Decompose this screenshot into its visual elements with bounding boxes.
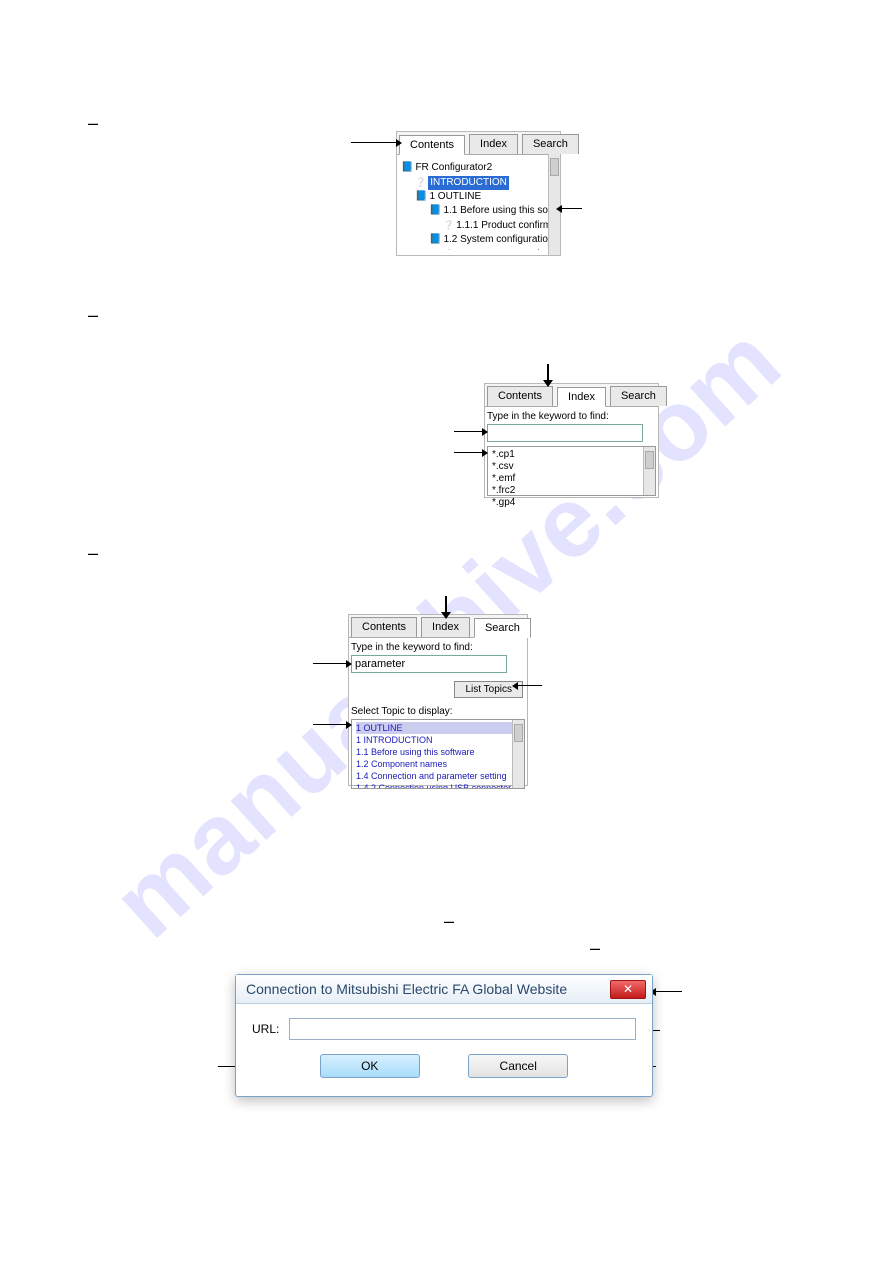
callout-arrow-icon	[454, 431, 482, 432]
page-icon	[415, 175, 428, 190]
scrollbar-thumb[interactable]	[514, 724, 523, 742]
callout-arrow-icon	[313, 724, 346, 725]
select-topic-label: Select Topic to display:	[351, 706, 525, 717]
index-item[interactable]: *.csv	[492, 461, 651, 473]
tab-contents[interactable]: Contents	[351, 617, 417, 637]
tree-1-1[interactable]: 1.1 Before using this softwa	[443, 204, 560, 218]
decorative-dash: –	[88, 113, 98, 134]
callout-arrow-icon	[351, 142, 396, 143]
callout-arrow-icon	[547, 364, 549, 380]
scrollbar-thumb[interactable]	[550, 158, 559, 176]
tab-contents[interactable]: Contents	[487, 386, 553, 406]
page-icon	[443, 218, 456, 233]
tab-search[interactable]: Search	[474, 618, 531, 638]
index-keyword-input[interactable]	[487, 424, 643, 442]
tree-root[interactable]: FR Configurator2	[415, 161, 492, 175]
help-tabs: Contents Index Search	[485, 384, 658, 407]
book-icon	[429, 204, 443, 218]
connection-dialog: Connection to Mitsubishi Electric FA Glo…	[235, 974, 653, 1097]
index-item[interactable]: *.emf	[492, 473, 651, 485]
tab-search[interactable]: Search	[522, 134, 579, 154]
tab-search[interactable]: Search	[610, 386, 667, 406]
book-icon	[415, 190, 429, 204]
search-result-item[interactable]: 1.2 Component names	[356, 758, 520, 770]
callout-arrow-icon	[454, 452, 482, 453]
tree-intro[interactable]: INTRODUCTION	[428, 176, 509, 190]
callout-arrow-icon	[518, 685, 542, 686]
index-label: Type in the keyword to find:	[487, 411, 656, 422]
search-result-item[interactable]: 1 OUTLINE	[356, 722, 520, 734]
callout-arrow-icon	[656, 991, 682, 992]
help-panel-search: Contents Index Search Type in the keywor…	[348, 614, 528, 786]
scrollbar[interactable]	[643, 447, 655, 495]
search-result-item[interactable]: 1 INTRODUCTION	[356, 734, 520, 746]
decorative-dash: –	[444, 911, 454, 932]
ok-button[interactable]: OK	[320, 1054, 420, 1078]
cancel-button[interactable]: Cancel	[468, 1054, 568, 1078]
tree-1-2-1[interactable]: 1.2.1 System requiremen	[456, 248, 560, 251]
decorative-dash: –	[88, 305, 98, 326]
tree-1-1-1[interactable]: 1.1.1 Product confirmat	[456, 219, 559, 233]
tree-outline[interactable]: 1 OUTLINE	[429, 190, 481, 204]
callout-arrow-icon	[445, 596, 447, 612]
book-icon	[401, 161, 415, 175]
decorative-dash: –	[88, 543, 98, 564]
page-icon	[443, 247, 456, 250]
callout-arrow-icon	[313, 663, 346, 664]
tab-index[interactable]: Index	[469, 134, 518, 154]
help-tabs: Contents Index Search	[349, 615, 527, 638]
search-result-item[interactable]: 1.1 Before using this software	[356, 746, 520, 758]
search-label: Type in the keyword to find:	[351, 642, 525, 653]
index-item[interactable]: *.cp1	[492, 449, 651, 461]
close-button[interactable]: ✕	[610, 980, 646, 999]
search-keyword-input[interactable]	[351, 655, 507, 673]
search-result-item[interactable]: 1.4.2 Connection using USB connector	[356, 782, 520, 789]
tree-1-2[interactable]: 1.2 System configuration	[443, 233, 553, 247]
help-panel-index: Contents Index Search Type in the keywor…	[484, 383, 659, 498]
decorative-dash: –	[590, 938, 600, 959]
search-result-item[interactable]: 1.4 Connection and parameter setting	[356, 770, 520, 782]
contents-tree[interactable]: FR Configurator2 INTRODUCTION 1 OUTLINE …	[397, 155, 560, 250]
book-icon	[429, 233, 443, 247]
dialog-title: Connection to Mitsubishi Electric FA Glo…	[246, 981, 567, 997]
url-input[interactable]	[289, 1018, 636, 1040]
scrollbar-thumb[interactable]	[645, 451, 654, 469]
index-item[interactable]: *.frc2	[492, 485, 651, 497]
scrollbar[interactable]	[512, 720, 524, 788]
tab-contents[interactable]: Contents	[399, 135, 465, 155]
dialog-titlebar[interactable]: Connection to Mitsubishi Electric FA Glo…	[236, 975, 652, 1004]
tab-index[interactable]: Index	[557, 387, 606, 407]
help-panel-contents: Contents Index Search FR Configurator2 I…	[396, 131, 561, 256]
search-results-list[interactable]: 1 OUTLINE 1 INTRODUCTION 1.1 Before usin…	[351, 719, 525, 789]
tab-index[interactable]: Index	[421, 617, 470, 637]
help-tabs: Contents Index Search	[397, 132, 560, 155]
index-list[interactable]: *.cp1 *.csv *.emf *.frc2 *.gp4	[487, 446, 656, 496]
index-item[interactable]: *.gp4	[492, 497, 651, 509]
url-label: URL:	[252, 1022, 279, 1036]
callout-arrow-icon	[562, 208, 582, 209]
